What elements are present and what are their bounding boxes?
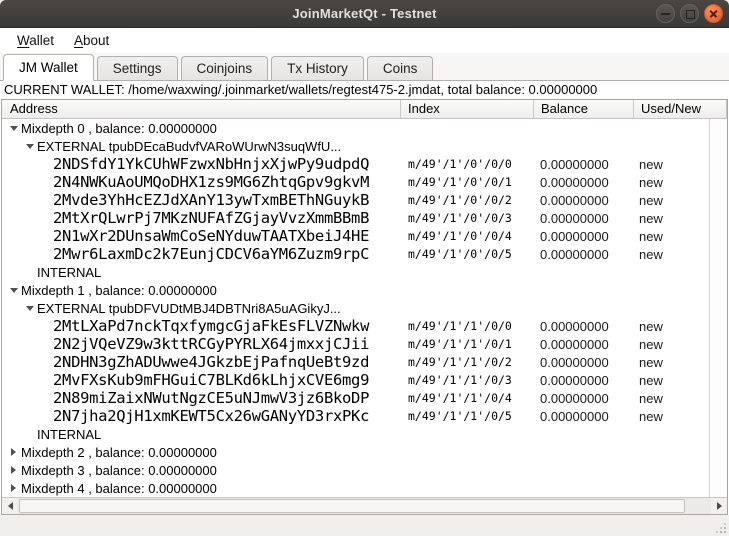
tree-row[interactable]: Mixdepth 3 , balance: 0.00000000 [2,461,709,479]
tab-label: Coins [383,61,418,76]
scroll-right-button[interactable] [711,498,727,514]
current-wallet-banner: CURRENT WALLET: /home/waxwing/.joinmarke… [0,81,729,99]
title-bar[interactable]: JoinMarketQt - Testnet [0,0,729,28]
tab-coins[interactable]: Coins [367,56,434,80]
menu-about-mnemonic: A [74,33,83,48]
close-icon[interactable] [704,4,723,23]
tree-row[interactable]: Mixdepth 1 , balance: 0.00000000 [2,281,709,299]
expander-icon[interactable] [10,126,18,131]
tree-row[interactable]: 2N4NWKuAoUMQoDHX1zs9MG6ZhtqGpv9gkvM m/49… [2,173,709,191]
tab-coinjoins[interactable]: Coinjoins [181,56,269,80]
app-window: JoinMarketQt - Testnet Wallet About JM W… [0,0,729,530]
minimize-icon[interactable] [656,4,675,23]
tree-row[interactable]: EXTERNAL tpubDFVUDtMBJ4DBTNri8A5uAGikyJ.… [2,299,709,317]
expander-slot [6,126,21,131]
window-controls [656,4,723,23]
vertical-scrollbar[interactable] [709,119,727,497]
tree-row[interactable]: 2N2jVQeVZ9w3kttRCGyPYRLX64jmxxjCJii m/49… [2,335,709,353]
column-header-balance[interactable]: Balance [534,100,634,118]
expander-slot [22,306,37,311]
status-bar [0,515,729,536]
tree-row[interactable]: INTERNAL [2,263,709,281]
tab-label: Settings [113,61,162,76]
expander-slot [6,466,21,474]
menu-about-label: bout [83,33,109,48]
horizontal-scrollbar[interactable] [2,497,727,514]
scroll-left-button[interactable] [2,498,18,514]
menu-wallet[interactable]: Wallet [8,31,63,51]
expander-icon[interactable] [11,484,16,492]
scroll-right-icon [717,502,722,510]
tab-settings[interactable]: Settings [97,56,178,80]
expander-slot [22,144,37,149]
tab-label: Coinjoins [197,61,253,76]
expander-slot [6,448,21,456]
menu-bar: Wallet About [0,28,729,53]
wallet-tree: Address Index Balance Used/New Mixdepth … [1,99,728,515]
tree-row[interactable]: Mixdepth 2 , balance: 0.00000000 [2,443,709,461]
maximize-icon[interactable] [680,4,699,23]
horizontal-scroll-thumb[interactable] [19,499,685,513]
column-header-index[interactable]: Index [401,100,534,118]
tree-row[interactable]: 2Mvde3YhHcEZJdXAnY13ywTxmBEThNGuykB m/49… [2,191,709,209]
horizontal-scroll-track[interactable] [18,498,711,514]
tab-jm-wallet[interactable]: JM Wallet [3,54,94,81]
tree-row[interactable]: 2MtXrQLwrPj7MKzNUFAfZGjayVvzXmmBBmB m/49… [2,209,709,227]
tree-row[interactable]: 2Mwr6LaxmDc2k7EunjCDCV6aYM6Zuzm9rpC m/49… [2,245,709,263]
expander-icon[interactable] [11,448,16,456]
tree-row[interactable]: 2MtLXaPd7nckTqxfymgcGjaFkEsFLVZNwkw m/49… [2,317,709,335]
tree-row[interactable]: EXTERNAL tpubDEcaBudvfVARoWUrwN3suqWfU..… [2,137,709,155]
tab-bar: JM Wallet Settings Coinjoins Tx History … [0,53,729,81]
tab-content: CURRENT WALLET: /home/waxwing/.joinmarke… [0,81,729,515]
tree-row[interactable]: 2NDSfdY1YkCUhWFzwxNbHnjxXjwPy9udpdQ m/49… [2,155,709,173]
tab-tx-history[interactable]: Tx History [271,56,364,80]
tree-row[interactable]: 2N89miZaixNWutNgzCE5uNJmwV3jz6BkoDP m/49… [2,389,709,407]
column-header-used-new[interactable]: Used/New [634,100,727,118]
tree-row[interactable]: 2MvFXsKub9mFHGuiC7BLKd6kLhjxCVE6mg9 m/49… [2,371,709,389]
scroll-left-icon [8,502,13,510]
expander-icon[interactable] [26,144,34,149]
tab-label: Tx History [287,61,348,76]
window-title: JoinMarketQt - Testnet [0,6,729,21]
tab-label: JM Wallet [19,60,78,75]
resize-grip-icon[interactable] [714,521,726,533]
tree-body: Mixdepth 0 , balance: 0.00000000 EXTERNA… [2,119,709,497]
menu-wallet-label: allet [29,33,54,48]
expander-icon[interactable] [11,466,16,474]
tree-row[interactable]: 2NDHN3gZhADUwwe4JGkzbEjPafnqUeBt9zd m/49… [2,353,709,371]
tree-row[interactable]: INTERNAL [2,425,709,443]
tree-row[interactable]: 2N7jha2QjH1xmKEWT5Cx26wGANyYD3rxPKc m/49… [2,407,709,425]
expander-icon[interactable] [26,306,34,311]
expander-slot [6,288,21,293]
column-header-address[interactable]: Address [2,100,401,118]
tree-row[interactable]: Mixdepth 0 , balance: 0.00000000 [2,119,709,137]
tree-row[interactable]: 2N1wXr2DUnsaWmCoSeNYduwTAATXbeiJ4HE m/49… [2,227,709,245]
menu-about[interactable]: About [65,31,118,51]
menu-wallet-mnemonic: W [17,33,29,48]
tree-header: Address Index Balance Used/New [2,100,727,119]
expander-icon[interactable] [10,288,18,293]
tree-row[interactable]: Mixdepth 4 , balance: 0.00000000 [2,479,709,497]
expander-slot [6,484,21,492]
